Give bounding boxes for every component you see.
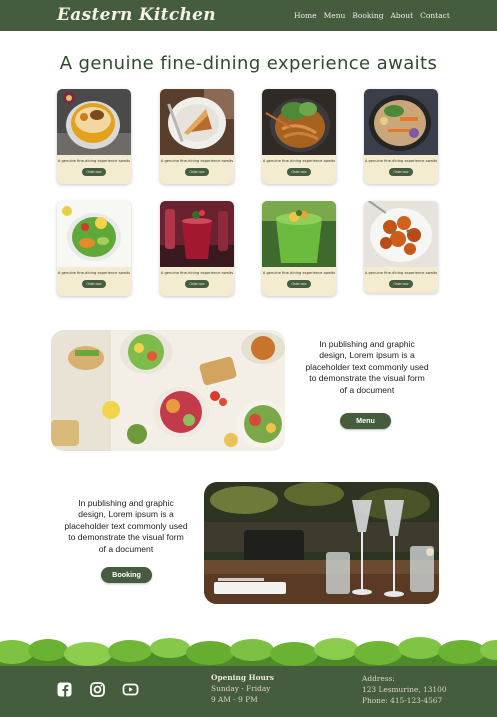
instagram-icon[interactable] — [89, 681, 106, 698]
menu-button[interactable]: Menu — [340, 413, 391, 429]
dish-caption: A genuine fine-dining experience awaits — [57, 159, 131, 163]
opening-hours-title: Opening Hours — [211, 673, 274, 682]
opening-hours-time: 9 AM - 9 PM — [211, 695, 258, 704]
menu-text-line: of a document — [339, 384, 395, 395]
food-spread-image — [51, 330, 285, 451]
dish-image-pie-slice — [160, 89, 234, 155]
dish-caption: A genuine fine-dining experience awaits — [262, 159, 336, 163]
order-now-button[interactable]: Order now — [287, 168, 311, 176]
lettuce-border-decoration — [0, 636, 497, 668]
brand-logo[interactable]: Eastern Kitchen — [57, 5, 216, 25]
dish-caption: A genuine fine-dining experience awaits — [364, 271, 438, 275]
opening-hours-days: Sunday - Friday — [211, 684, 271, 693]
youtube-icon[interactable] — [122, 681, 139, 698]
dish-image-green-smoothie — [262, 201, 336, 267]
order-now-button[interactable]: Order now — [185, 280, 209, 288]
order-now-button[interactable]: Order now — [389, 280, 413, 288]
order-now-button[interactable]: Order now — [287, 280, 311, 288]
dish-card[interactable]: A genuine fine-dining experience awaits … — [57, 89, 131, 184]
dish-image-glazed-chicken — [364, 201, 438, 267]
menu-section-text: In publishing and graphic design, Lorem … — [300, 339, 434, 396]
booking-text-line: of a document — [98, 543, 154, 554]
dish-image-dessert-parfait — [57, 89, 131, 155]
dish-caption: A genuine fine-dining experience awaits — [57, 271, 131, 275]
top-navbar: Eastern Kitchen Home Menu Booking About … — [0, 0, 497, 31]
booking-section-text: In publishing and graphic design, Lorem … — [58, 498, 194, 555]
dish-image-salad-bowl — [57, 201, 131, 267]
booking-button[interactable]: Booking — [101, 567, 152, 583]
page-headline: A genuine fine-dining experience awaits — [59, 53, 438, 74]
dish-caption: A genuine fine-dining experience awaits — [160, 271, 234, 275]
phone-number: Phone: 415-123-4567 — [362, 696, 443, 705]
menu-text-line: design, Lorem ipsum is a — [319, 350, 415, 361]
dish-card[interactable]: A genuine fine-dining experience awaits … — [364, 201, 438, 293]
restaurant-table-image — [204, 482, 439, 604]
order-now-button[interactable]: Order now — [185, 168, 209, 176]
menu-text-line: to demonstrate the visual form — [309, 373, 425, 384]
dish-caption: A genuine fine-dining experience awaits — [160, 159, 234, 163]
dish-image-berry-drink — [160, 201, 234, 267]
menu-text-line: In publishing and graphic — [319, 339, 415, 349]
order-now-button[interactable]: Order now — [389, 168, 413, 176]
booking-text-line: placeholder text commonly used — [64, 520, 188, 531]
order-now-button[interactable]: Order now — [82, 168, 106, 176]
nav-link-menu[interactable]: Menu — [324, 11, 346, 20]
address-title: Address: — [362, 674, 395, 683]
nav-link-contact[interactable]: Contact — [420, 11, 450, 20]
dish-card[interactable]: A genuine fine-dining experience awaits … — [57, 201, 131, 296]
dish-card[interactable]: A genuine fine-dining experience awaits … — [262, 89, 336, 184]
site-footer: Opening Hours Sunday - Friday 9 AM - 9 P… — [0, 666, 497, 717]
nav-link-about[interactable]: About — [391, 11, 414, 20]
menu-text-line: placeholder text commonly used — [305, 361, 429, 372]
facebook-icon[interactable] — [56, 681, 73, 698]
nav-link-home[interactable]: Home — [294, 11, 317, 20]
dish-image-noodle-soup — [364, 89, 438, 155]
booking-text-line: design, Lorem ipsum is a — [78, 509, 174, 520]
dish-image-bok-choy-noodles — [262, 89, 336, 155]
dish-card[interactable]: A genuine fine-dining experience awaits … — [160, 201, 234, 296]
dish-caption: A genuine fine-dining experience awaits — [364, 159, 438, 163]
order-now-button[interactable]: Order now — [82, 280, 106, 288]
dish-card[interactable]: A genuine fine-dining experience awaits … — [160, 89, 234, 184]
dish-card[interactable]: A genuine fine-dining experience awaits … — [364, 89, 438, 184]
booking-text-line: In publishing and graphic — [78, 498, 174, 508]
nav-links: Home Menu Booking About Contact — [294, 11, 450, 20]
nav-link-booking[interactable]: Booking — [352, 11, 383, 20]
address-line: 123 Lesmurine, 13100 — [362, 685, 447, 694]
dish-card[interactable]: A genuine fine-dining experience awaits … — [262, 201, 336, 296]
dish-caption: A genuine fine-dining experience awaits — [262, 271, 336, 275]
booking-text-line: to demonstrate the visual form — [68, 532, 184, 543]
